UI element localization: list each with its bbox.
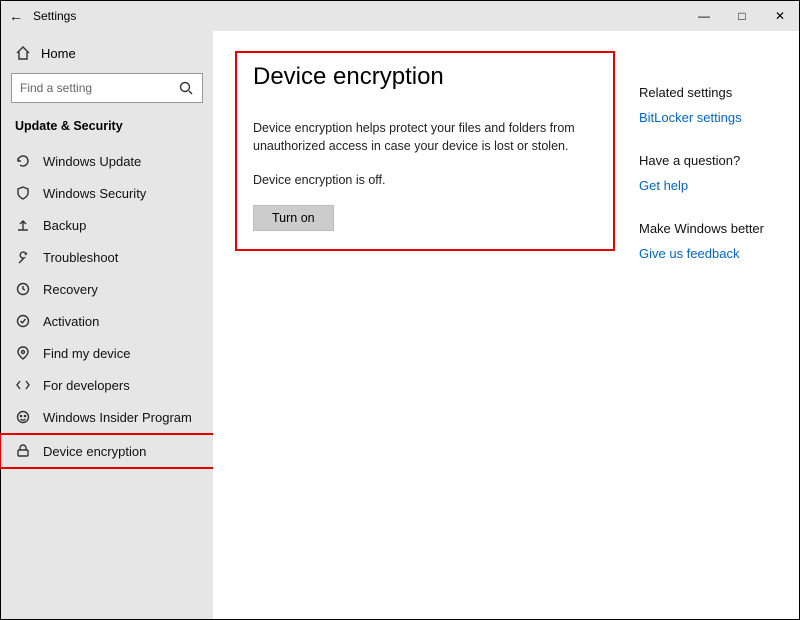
related-settings-heading: Related settings [639,85,777,100]
make-windows-better-heading: Make Windows better [639,221,777,236]
developer-icon [15,377,31,393]
sidebar-item-troubleshoot[interactable]: Troubleshoot [1,241,213,273]
sidebar-item-activation[interactable]: Activation [1,305,213,337]
sidebar-item-label: Backup [43,218,86,233]
location-icon [15,345,31,361]
search-input[interactable]: Find a setting [11,73,203,103]
search-placeholder: Find a setting [20,81,178,95]
page-title: Device encryption [253,63,597,91]
home-icon [15,45,31,61]
sidebar-item-label: Windows Update [43,154,141,169]
shield-icon [15,185,31,201]
sidebar-item-label: Troubleshoot [43,250,118,265]
sidebar-item-label: Windows Insider Program [43,410,192,425]
sidebar-item-home[interactable]: Home [1,39,213,67]
search-icon [178,80,194,96]
encryption-description: Device encryption helps protect your fil… [253,119,593,155]
close-button[interactable]: ✕ [761,1,799,31]
sidebar-item-label: Recovery [43,282,98,297]
turn-on-button[interactable]: Turn on [253,205,334,231]
highlighted-content-box: Device encryption Device encryption help… [235,51,615,251]
sidebar-item-label: Device encryption [43,444,146,459]
give-feedback-link[interactable]: Give us feedback [639,246,777,261]
sidebar-item-label: Windows Security [43,186,146,201]
sidebar-item-backup[interactable]: Backup [1,209,213,241]
recovery-icon [15,281,31,297]
sidebar-item-device-encryption[interactable]: Device encryption [0,433,215,469]
update-icon [15,153,31,169]
get-help-link[interactable]: Get help [639,178,777,193]
sidebar-item-label: Home [41,46,76,61]
maximize-button[interactable]: □ [723,1,761,31]
sidebar-item-recovery[interactable]: Recovery [1,273,213,305]
sidebar: Home Find a setting Update & Security Wi… [1,31,213,619]
sidebar-item-label: Find my device [43,346,130,361]
minimize-button[interactable]: — [685,1,723,31]
backup-icon [15,217,31,233]
sidebar-section-label: Update & Security [1,113,213,145]
sidebar-item-for-developers[interactable]: For developers [1,369,213,401]
sidebar-item-windows-insider[interactable]: Windows Insider Program [1,401,213,433]
check-circle-icon [15,313,31,329]
encryption-status: Device encryption is off. [253,171,593,189]
sidebar-item-windows-update[interactable]: Windows Update [1,145,213,177]
encryption-icon [15,443,31,459]
bitlocker-settings-link[interactable]: BitLocker settings [639,110,777,125]
have-question-heading: Have a question? [639,153,777,168]
sidebar-item-label: For developers [43,378,130,393]
back-button[interactable]: ← [1,8,31,24]
sidebar-item-label: Activation [43,314,99,329]
insider-icon [15,409,31,425]
window-title: Settings [31,9,76,23]
sidebar-item-find-my-device[interactable]: Find my device [1,337,213,369]
wrench-icon [15,249,31,265]
sidebar-item-windows-security[interactable]: Windows Security [1,177,213,209]
